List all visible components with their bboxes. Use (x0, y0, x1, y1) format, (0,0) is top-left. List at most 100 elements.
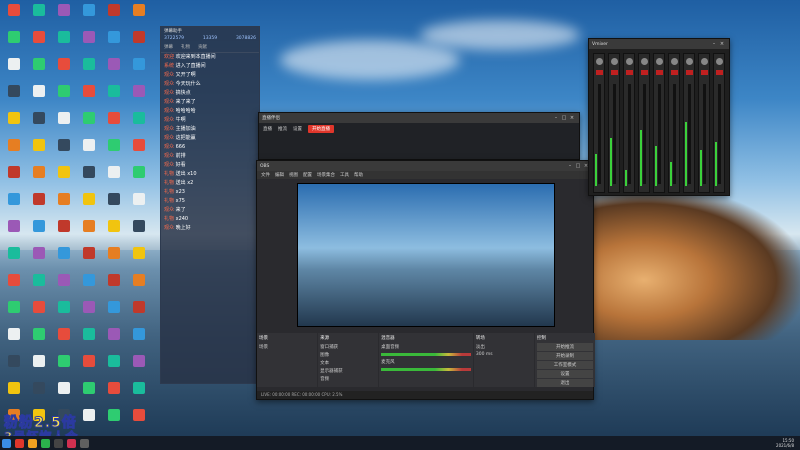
gain-knob[interactable] (596, 58, 603, 65)
desktop-shortcut-icon[interactable] (2, 110, 26, 136)
desktop-shortcut-icon[interactable] (102, 380, 126, 406)
desktop-shortcut-icon[interactable] (127, 83, 151, 109)
source-item[interactable]: 音频 (320, 375, 376, 383)
desktop-shortcut-icon[interactable] (102, 191, 126, 217)
desktop-shortcut-icon[interactable] (27, 326, 51, 352)
obs-preview[interactable] (297, 183, 555, 327)
desktop-shortcut-icon[interactable] (127, 29, 151, 55)
mixer-channel-strip[interactable] (668, 53, 680, 193)
gain-knob[interactable] (671, 58, 678, 65)
desktop-shortcut-icon[interactable] (2, 56, 26, 82)
desktop-shortcut-icon[interactable] (52, 110, 76, 136)
desktop-shortcut-icon[interactable] (52, 164, 76, 190)
volume-fader[interactable] (673, 84, 676, 184)
desktop-shortcut-icon[interactable] (27, 137, 51, 163)
desktop-shortcut-icon[interactable] (27, 56, 51, 82)
desktop-shortcut-icon[interactable] (127, 191, 151, 217)
live-tab[interactable]: 推流 (278, 126, 287, 132)
chat-username[interactable]: 观众 (164, 108, 174, 114)
desktop-shortcut-icon[interactable] (77, 218, 101, 244)
desktop-shortcut-icon[interactable] (77, 299, 101, 325)
start-live-button[interactable]: 开始直播 (308, 125, 334, 133)
desktop-shortcut-icon[interactable] (77, 56, 101, 82)
desktop-shortcut-icon[interactable] (27, 353, 51, 379)
desktop-shortcut-icon[interactable] (27, 110, 51, 136)
menu-item[interactable]: 视图 (289, 172, 298, 178)
desktop-shortcut-icon[interactable] (2, 218, 26, 244)
chat-username[interactable]: 观众 (164, 81, 174, 87)
gain-knob[interactable] (626, 58, 633, 65)
desktop-shortcut-icon[interactable] (27, 272, 51, 298)
start-streaming-button[interactable]: 开始推流 (536, 343, 594, 351)
chat-username[interactable]: 观众 (164, 135, 174, 141)
gain-knob[interactable] (611, 58, 618, 65)
desktop-shortcut-icon[interactable] (52, 245, 76, 271)
chat-username[interactable]: 观众 (164, 90, 174, 96)
volume-fader[interactable] (628, 84, 631, 184)
desktop-shortcut-icon[interactable] (77, 137, 101, 163)
desktop-shortcut-icon[interactable] (2, 137, 26, 163)
mute-button[interactable] (686, 70, 693, 75)
desktop-shortcut-icon[interactable] (127, 299, 151, 325)
desktop-shortcut-icon[interactable] (52, 83, 76, 109)
chat-username[interactable]: 观众 (164, 99, 174, 105)
chat-username[interactable]: 礼物 (164, 171, 174, 177)
desktop-shortcut-icon[interactable] (27, 2, 51, 28)
desktop-shortcut-icon[interactable] (77, 245, 101, 271)
desktop-shortcut-icon[interactable] (127, 2, 151, 28)
desktop-shortcut-icon[interactable] (2, 164, 26, 190)
desktop-shortcut-icon[interactable] (127, 353, 151, 379)
volume-fader[interactable] (643, 84, 646, 184)
desktop-shortcut-icon[interactable] (2, 2, 26, 28)
desktop-shortcut-icon[interactable] (77, 83, 101, 109)
desktop-shortcut-icon[interactable] (27, 245, 51, 271)
desktop-shortcut-icon[interactable] (127, 380, 151, 406)
source-item[interactable]: 图像 (320, 351, 376, 359)
desktop-shortcut-icon[interactable] (77, 110, 101, 136)
desktop-shortcut-icon[interactable] (2, 299, 26, 325)
gain-knob[interactable] (656, 58, 663, 65)
chat-tab[interactable]: 弹幕 (164, 44, 173, 50)
transition-select[interactable]: 淡出 (476, 343, 532, 351)
desktop-shortcut-icon[interactable] (102, 326, 126, 352)
desktop-shortcut-icon[interactable] (102, 83, 126, 109)
chat-username[interactable]: 观众 (164, 117, 174, 123)
desktop-shortcut-icon[interactable] (102, 110, 126, 136)
mixer-panel[interactable]: 混音器 桌面音频 麦克风 (379, 333, 473, 387)
minimize-icon[interactable]: – (566, 163, 574, 169)
start-icon[interactable] (2, 438, 11, 448)
desktop-shortcut-icon[interactable] (77, 407, 101, 433)
close-icon[interactable]: × (568, 115, 576, 121)
mixer-channel-strip[interactable] (608, 53, 620, 193)
desktop-shortcut-icon[interactable] (102, 245, 126, 271)
obs-window[interactable]: OBS – □ × 文件 编辑 视图 配置 场景集合 工具 帮助 场景 场景 来源 窗口捕获… (256, 160, 596, 400)
desktop-shortcut-icon[interactable] (27, 299, 51, 325)
close-icon[interactable]: × (718, 41, 726, 47)
desktop-shortcut-icon[interactable] (52, 272, 76, 298)
mute-button[interactable] (611, 70, 618, 75)
chat-username[interactable]: 礼物 (164, 216, 174, 222)
minimize-icon[interactable]: – (552, 115, 560, 121)
desktop-shortcut-icon[interactable] (27, 380, 51, 406)
volume-fader[interactable] (613, 84, 616, 184)
settings-button[interactable]: 设置 (536, 370, 594, 378)
desktop-shortcut-icon[interactable] (77, 29, 101, 55)
mute-button[interactable] (716, 70, 723, 75)
desktop-shortcut-icon[interactable] (2, 191, 26, 217)
volume-fader[interactable] (658, 84, 661, 184)
mixer-window[interactable]: Vmixer – × (588, 38, 730, 196)
desktop-shortcut-icon[interactable] (77, 353, 101, 379)
menu-item[interactable]: 场景集合 (317, 172, 335, 178)
desktop-shortcut-icon[interactable] (52, 299, 76, 325)
mute-button[interactable] (596, 70, 603, 75)
studio-mode-button[interactable]: 工作室模式 (536, 361, 594, 369)
menu-item[interactable]: 工具 (340, 172, 349, 178)
mixer-channel-strip[interactable] (638, 53, 650, 193)
mute-button[interactable] (641, 70, 648, 75)
chat-username[interactable]: 观众 (164, 126, 174, 132)
desktop-shortcut-icon[interactable] (2, 83, 26, 109)
transitions-panel[interactable]: 转场 淡出 300 ms (473, 333, 534, 387)
app-icon[interactable] (41, 438, 50, 448)
chat-tab[interactable]: 礼物 (181, 44, 190, 50)
mute-button[interactable] (626, 70, 633, 75)
